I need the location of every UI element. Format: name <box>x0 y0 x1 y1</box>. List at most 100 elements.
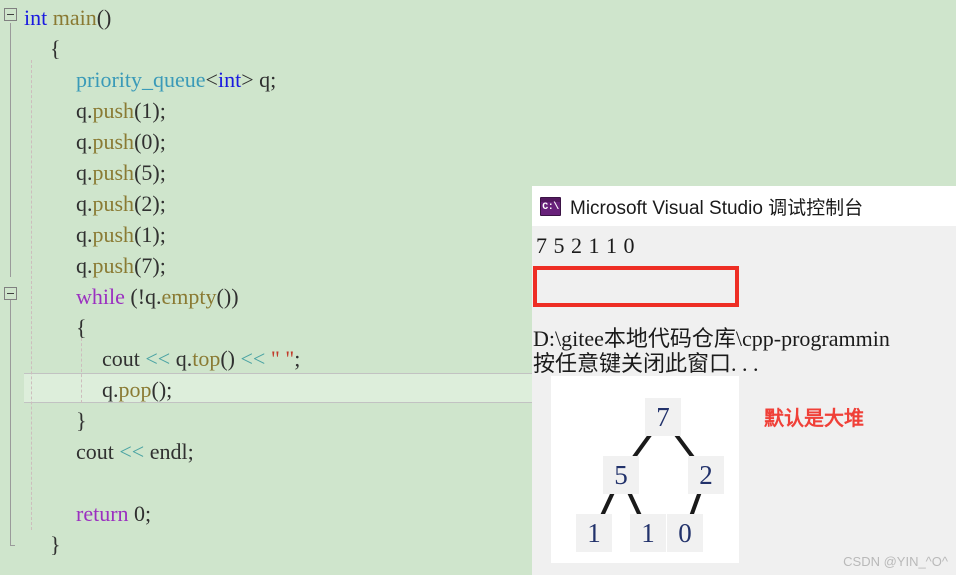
tree-edge <box>600 490 615 518</box>
tree-edge <box>630 430 654 462</box>
code-token: ; <box>294 346 301 371</box>
code-token: push <box>92 160 135 185</box>
code-token: while <box>76 284 125 309</box>
code-fold-toggle-icon[interactable] <box>4 8 17 21</box>
annotation-note-text: 默认是大堆 <box>764 408 864 430</box>
code-token: (!q. <box>124 284 162 309</box>
code-token: { <box>50 36 61 61</box>
code-token: q. <box>170 346 193 371</box>
code-line[interactable]: q.push(1); <box>76 95 166 126</box>
code-token: << <box>119 439 145 464</box>
code-token: main <box>52 5 97 30</box>
code-token: ); <box>152 98 166 123</box>
code-line[interactable]: q.push(1); <box>76 219 166 250</box>
code-token: pop <box>118 377 152 402</box>
code-token: (); <box>151 377 173 402</box>
code-line[interactable]: priority_queue<int> q; <box>76 64 276 95</box>
code-token: () <box>96 5 112 30</box>
code-line[interactable]: q.pop(); <box>102 374 172 405</box>
code-line[interactable]: cout << q.top() << " "; <box>102 343 300 374</box>
code-token: } <box>50 532 61 557</box>
code-line[interactable]: { <box>76 312 87 343</box>
code-token: << <box>145 346 171 371</box>
code-token: q. <box>102 377 119 402</box>
code-token: int <box>24 5 48 30</box>
code-token: 5 <box>141 160 153 185</box>
code-token: q. <box>76 191 93 216</box>
code-token: q. <box>76 253 93 278</box>
code-token: push <box>92 129 135 154</box>
fold-structure-line-lower <box>10 300 15 546</box>
console-output-values: 7 5 2 1 1 0 <box>536 233 635 258</box>
cmd-console-icon-glyph: C:\ <box>542 201 559 213</box>
code-line[interactable]: while (!q.empty()) <box>76 281 239 312</box>
code-line[interactable]: q.push(5); <box>76 157 166 188</box>
heap-tree-svg: 75 21 1 0 <box>576 398 724 552</box>
code-line[interactable]: } <box>50 529 61 560</box>
tree-node: 1 <box>576 514 612 552</box>
tree-node-label: 7 <box>656 402 670 432</box>
code-token: < <box>205 67 218 92</box>
code-token: cout <box>76 439 120 464</box>
code-token: empty <box>161 284 217 309</box>
code-token: 2 <box>141 191 153 216</box>
code-token: q. <box>76 98 93 123</box>
code-line[interactable]: q.push(2); <box>76 188 166 219</box>
indent-guide <box>81 338 82 403</box>
code-token: push <box>92 222 135 247</box>
editor-background-strip <box>535 0 956 186</box>
code-token: top <box>192 346 221 371</box>
code-token: ); <box>152 160 166 185</box>
tree-node: 1 <box>630 514 666 552</box>
console-press-any-key-line: 按任意键关闭此窗口. . . <box>533 351 759 376</box>
code-token: 0 <box>134 501 146 526</box>
code-token: { <box>76 315 87 340</box>
csdn-watermark: CSDN @YIN_^O^ <box>843 554 948 569</box>
code-token: q. <box>76 129 93 154</box>
code-line[interactable]: int main() <box>24 2 111 33</box>
tree-node: 5 <box>603 456 639 494</box>
tree-node-label: 1 <box>641 518 655 548</box>
output-highlight-box <box>533 266 739 307</box>
code-token: ; <box>145 501 152 526</box>
fold-structure-line <box>10 23 11 277</box>
tree-edge <box>689 490 702 518</box>
tree-node: 2 <box>688 456 724 494</box>
code-token: endl; <box>144 439 194 464</box>
code-line[interactable]: return 0; <box>76 498 151 529</box>
code-line[interactable]: { <box>50 33 61 64</box>
tree-edge <box>672 430 697 462</box>
code-token: return <box>76 501 129 526</box>
code-token: () <box>220 346 241 371</box>
code-token: 7 <box>141 253 153 278</box>
code-fold-toggle-icon[interactable] <box>4 287 17 300</box>
code-token: push <box>92 98 135 123</box>
code-token: push <box>92 253 135 278</box>
code-token: cout <box>102 346 146 371</box>
code-token: 0 <box>141 129 153 154</box>
code-token: q. <box>76 160 93 185</box>
code-line[interactable]: } <box>76 405 87 436</box>
tree-edge <box>627 490 642 518</box>
code-line[interactable]: cout << endl; <box>76 436 194 467</box>
console-output-body[interactable]: 7 5 2 1 1 0 D:\gitee本地代码仓库\cpp-programmi… <box>532 226 956 575</box>
tree-node-label: 0 <box>678 518 692 548</box>
code-token: } <box>76 408 87 433</box>
code-line[interactable]: q.push(0); <box>76 126 166 157</box>
tree-node: 7 <box>645 398 681 436</box>
indent-guide <box>31 60 32 530</box>
code-token: q. <box>76 222 93 247</box>
code-token: ); <box>152 191 166 216</box>
current-line-highlight <box>24 373 535 403</box>
console-title-bar[interactable]: C:\ Microsoft Visual Studio 调试控制台 <box>532 186 956 226</box>
code-token: ); <box>152 129 166 154</box>
cmd-console-icon: C:\ <box>540 196 561 216</box>
visual-studio-debug-console-window[interactable]: C:\ Microsoft Visual Studio 调试控制台 7 5 2 … <box>532 186 956 575</box>
heap-tree-figure: 752110 <box>551 376 739 563</box>
code-editor-pane[interactable]: int main(){priority_queue<int> q; q.push(… <box>0 0 535 575</box>
code-token: 1 <box>141 98 153 123</box>
code-line[interactable]: q.push(7); <box>76 250 166 281</box>
screenshot-root: int main(){priority_queue<int> q; q.push(… <box>0 0 956 575</box>
code-token: " " <box>270 346 295 371</box>
code-token: > q; <box>241 67 277 92</box>
